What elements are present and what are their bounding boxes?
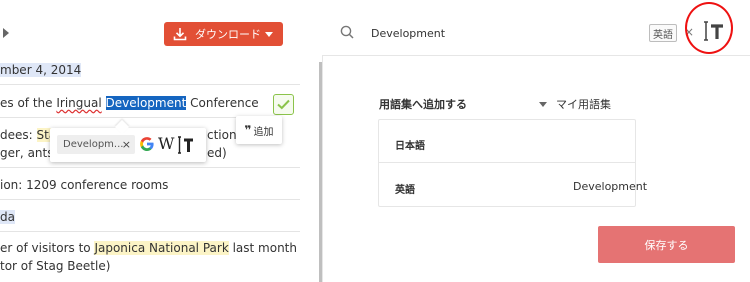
- download-label: ダウンロード: [195, 28, 261, 41]
- attendees-prefix: dees:: [0, 128, 37, 142]
- term-value[interactable]: Development: [573, 180, 647, 193]
- term-language: 英語: [395, 185, 415, 196]
- document-pane: ダウンロード mber 4, 2014 es of the Iringual D…: [0, 0, 322, 282]
- language-badge[interactable]: 英語: [649, 24, 677, 42]
- google-icon[interactable]: [139, 136, 155, 152]
- popup-pointer: [114, 119, 130, 135]
- download-icon: [173, 27, 193, 41]
- expand-arrow-icon[interactable]: [3, 28, 9, 38]
- lookup-term-text: Developm...: [63, 139, 124, 150]
- divider: [0, 231, 300, 232]
- title-line: es of the Iringual Development Conferenc…: [0, 96, 259, 110]
- attendees-line-1-tail: ction: [207, 128, 237, 142]
- document-toolbar: ダウンロード: [0, 0, 322, 54]
- divider: [0, 84, 300, 85]
- add-term-button[interactable]: ❞ 追加: [236, 116, 282, 144]
- lookup-term-chip[interactable]: Developm... ×: [57, 135, 135, 154]
- divider: [0, 117, 236, 118]
- misspelled-word[interactable]: Iringual: [56, 96, 101, 110]
- wordbook-name: マイ用語集: [556, 98, 611, 111]
- term-row[interactable]: 日本語: [379, 120, 635, 163]
- add-term-label: 追加: [253, 126, 274, 138]
- director-line: tor of Stag Beetle): [0, 259, 111, 273]
- search-bar: Development 英語 ×: [322, 0, 750, 56]
- attendees-suffix: ction: [207, 128, 237, 142]
- visitors-highlight: Japonica National Park: [94, 241, 229, 255]
- save-button[interactable]: 保存する: [598, 226, 735, 263]
- divider: [0, 167, 300, 168]
- selected-word[interactable]: Development: [105, 96, 187, 110]
- date-line: mber 4, 2014: [0, 63, 82, 77]
- attendees-line2-suffix: ed): [207, 146, 227, 160]
- title-space: [102, 96, 106, 110]
- agenda-text: da: [0, 210, 15, 224]
- title-suffix: Conference: [186, 96, 259, 110]
- search-icon[interactable]: [340, 25, 354, 42]
- annotation-circle: [685, 2, 733, 54]
- visitors-line: er of visitors to Japonica National Park…: [0, 241, 297, 255]
- term-language: 日本語: [395, 141, 425, 152]
- text-lookup-icon[interactable]: [177, 135, 195, 158]
- location-line: ion: 1209 conference rooms: [0, 178, 169, 192]
- attendees-line-2-tail: ed): [207, 146, 227, 160]
- attendees-line-1: dees: Sta: [0, 128, 57, 142]
- chevron-down-icon: [539, 101, 547, 107]
- dictionary-pane: Development 英語 × 用語集へ追加する マイ用語集 日本語 英語 D…: [322, 0, 750, 282]
- agenda-line: da: [0, 210, 15, 224]
- chevron-down-icon[interactable]: [265, 32, 273, 37]
- wordbook-select[interactable]: マイ用語集: [539, 96, 611, 112]
- confirm-check-button[interactable]: [273, 94, 294, 115]
- lookup-popup: Developm... × W: [50, 119, 206, 162]
- term-table: 日本語 英語 Development: [378, 119, 647, 207]
- visitors-prefix: er of visitors to: [0, 241, 95, 255]
- close-icon[interactable]: ×: [122, 138, 131, 151]
- wikipedia-icon[interactable]: W: [158, 134, 174, 153]
- date-text: mber 4, 2014: [0, 63, 82, 77]
- attendees-line2-prefix: ger, ants,: [0, 146, 58, 160]
- attendees-line-2: ger, ants,: [0, 146, 57, 160]
- divider: [0, 199, 300, 200]
- term-row[interactable]: 英語 Development: [379, 164, 647, 207]
- quote-icon: ❞: [244, 123, 252, 137]
- add-to-wordbook-label: 用語集へ追加する: [379, 98, 467, 111]
- check-icon: [277, 99, 290, 110]
- download-button[interactable]: ダウンロード: [164, 22, 283, 46]
- title-prefix: es of the: [0, 96, 57, 110]
- visitors-suffix: last month: [228, 241, 297, 255]
- search-input[interactable]: Development: [371, 27, 445, 40]
